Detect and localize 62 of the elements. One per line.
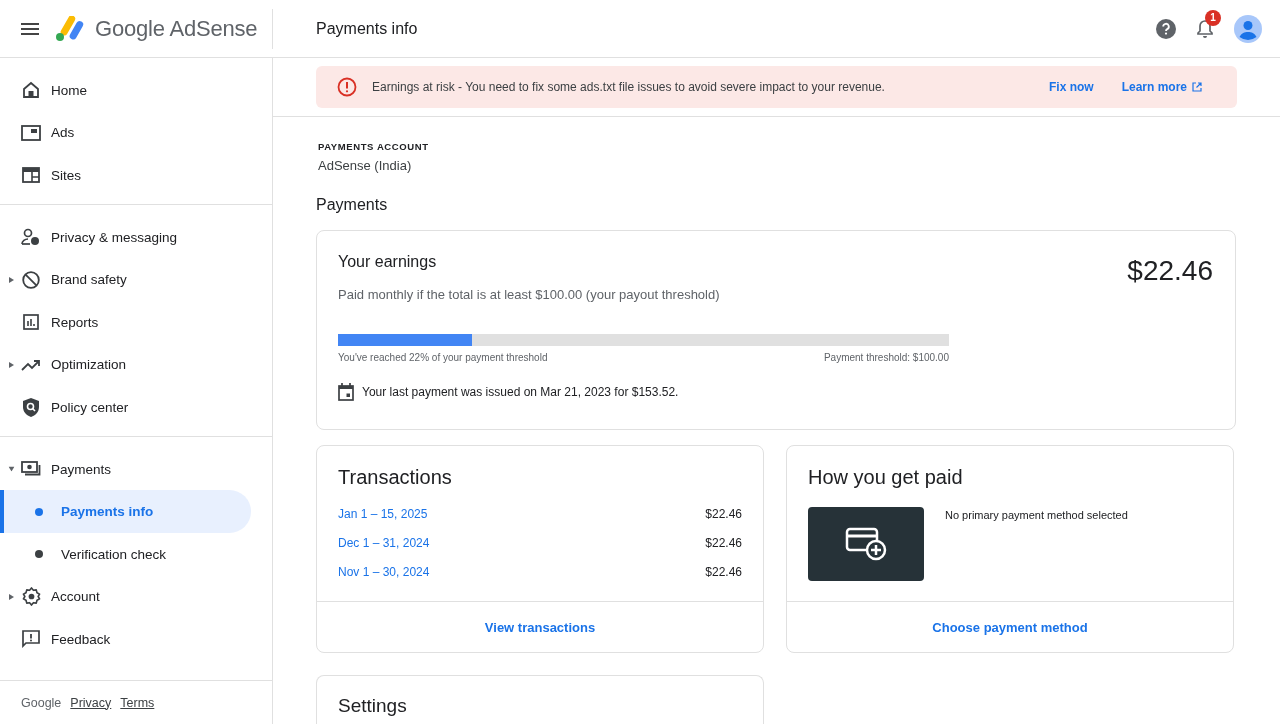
logo-icon (55, 15, 85, 42)
card-title: Your earnings (338, 253, 438, 271)
block-icon (22, 270, 40, 289)
threshold-note: Paid monthly if the total is at least $100.00 (your payout threshold) (338, 287, 720, 302)
view-transactions-link[interactable]: View transactions (484, 619, 596, 635)
transaction-amount: $22.46 (705, 507, 742, 523)
footer-brand: Google (21, 695, 62, 710)
product-name: Google AdSense (95, 15, 258, 42)
payment-method-status: No primary payment method selected (945, 509, 1128, 523)
nav-item[interactable]: Brand safety (0, 258, 272, 301)
account-name: AdSense (India) (318, 158, 413, 173)
person-icon (21, 228, 41, 247)
nav-subitem[interactable]: Payments info (0, 490, 251, 533)
add-card-icon (845, 526, 887, 562)
feedback-icon (22, 630, 40, 649)
calendar-icon (338, 383, 354, 401)
trending-up-icon (21, 358, 41, 371)
external-link-icon (1192, 82, 1202, 92)
card-title: Transactions (337, 465, 453, 489)
nav-item[interactable]: Privacy & messaging (0, 215, 272, 259)
transaction-amount: $22.46 (705, 565, 742, 581)
bar-chart-icon (23, 314, 39, 331)
earnings-amount: $22.46 (1127, 255, 1213, 288)
error-icon (337, 77, 357, 97)
nav-item[interactable]: Payments (0, 447, 272, 491)
page-title: Payments info (316, 19, 419, 38)
footer-link[interactable]: Terms (120, 695, 155, 710)
progress-caption: You've reached 22% of your payment threshold (338, 352, 548, 363)
notification-badge: 1 (1205, 9, 1221, 26)
fix-now-link[interactable]: Fix now (1048, 80, 1094, 94)
nav-item[interactable]: Ads (0, 111, 272, 155)
account-label: PAYMENTS ACCOUNT (318, 141, 430, 152)
nav-item[interactable]: Policy center (0, 386, 272, 429)
settings-icon (21, 587, 41, 607)
web-page-icon (22, 167, 40, 184)
transaction-amount: $22.46 (705, 536, 742, 552)
last-payment-text: Your last payment was issued on Mar 21, 2023 for $153.52. (362, 385, 679, 399)
shield-icon (23, 397, 39, 417)
ads-window-icon (21, 124, 41, 141)
nav-item[interactable]: Home (0, 69, 272, 112)
money-icon (21, 461, 41, 478)
help-icon[interactable] (1156, 18, 1176, 39)
transaction-period-link[interactable]: Dec 1 – 31, 2024 (338, 536, 430, 565)
section-title: Payments (316, 196, 389, 214)
nav-item[interactable]: Optimization (0, 343, 272, 387)
nav-item[interactable]: Reports (0, 300, 272, 344)
card-title: How you get paid (807, 465, 964, 489)
learn-more-link[interactable]: Learn more (1121, 80, 1202, 94)
home-icon (22, 81, 40, 100)
nav-item[interactable]: Account (0, 575, 272, 619)
choose-payment-method-link[interactable]: Choose payment method (932, 619, 1088, 635)
threshold-caption: Payment threshold: $100.00 (823, 352, 949, 363)
nav-item[interactable]: Feedback (0, 618, 272, 661)
transaction-period-link[interactable]: Jan 1 – 15, 2025 (338, 507, 428, 536)
alert-message: Earnings at risk - You need to fix some ads.txt file issues to avoid severe impact to your revenue. (372, 80, 886, 94)
avatar-icon[interactable] (1234, 14, 1262, 43)
menu-icon[interactable] (21, 22, 39, 35)
card-title: Settings (337, 694, 408, 715)
nav-item[interactable]: Sites (0, 154, 272, 197)
transaction-period-link[interactable]: Nov 1 – 30, 2024 (338, 565, 430, 594)
footer-link[interactable]: Privacy (70, 695, 112, 710)
nav-subitem[interactable]: Verification check (0, 532, 251, 576)
